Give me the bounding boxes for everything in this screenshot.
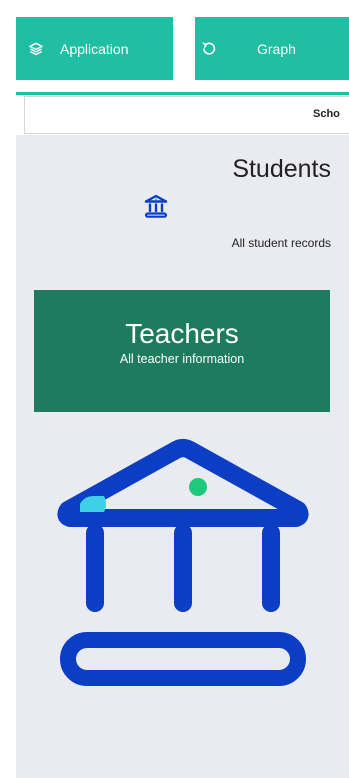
school-bar[interactable]: Scho	[24, 96, 349, 134]
teachers-card[interactable]: Teachers All teacher information	[34, 290, 330, 412]
tab-application-label: Application	[60, 40, 129, 57]
refresh-icon	[201, 41, 217, 57]
top-toolbar: Application Graph	[0, 0, 349, 92]
layers-icon	[28, 41, 44, 57]
institution-icon	[144, 194, 168, 218]
institution-icon	[57, 439, 309, 686]
tab-application[interactable]: Application	[16, 17, 173, 80]
teachers-title: Teachers	[125, 318, 239, 349]
tab-graph[interactable]: Graph	[195, 17, 349, 80]
school-bar-label: Scho	[313, 108, 340, 120]
content-panel: Students All student records Teachers Al…	[16, 135, 349, 778]
teachers-subtitle: All teacher information	[119, 352, 245, 366]
students-title: Students	[232, 155, 331, 183]
tab-graph-label: Graph	[257, 40, 296, 57]
tab-underline	[16, 92, 349, 95]
students-subtitle: All student records	[231, 236, 331, 250]
